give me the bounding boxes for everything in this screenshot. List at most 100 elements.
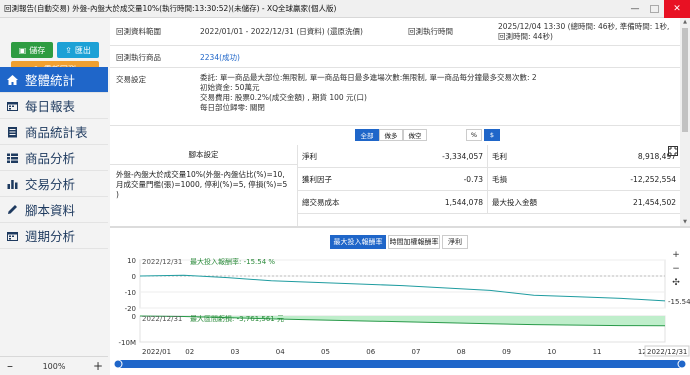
range-row: 回測資料範圍 2022/01/01 - 2022/12/31 (日資料) (還原… <box>110 18 680 46</box>
sidebar-item-label: 每日報表 <box>25 99 76 114</box>
sidebar-item-label: 週期分析 <box>25 229 76 244</box>
product-value[interactable]: 2234(成功) <box>200 52 240 63</box>
x-tick-label: 06 <box>366 348 375 356</box>
filter-short[interactable]: 做空 <box>403 129 427 141</box>
maximize-button[interactable] <box>650 4 659 13</box>
tab-time-weighted-return[interactable]: 時間加權報酬率 <box>388 235 440 249</box>
settings-line: 每日部位歸零: 關閉 <box>200 103 265 112</box>
document-icon <box>8 126 17 137</box>
chart-date-label: 2022/12/31 <box>142 315 182 323</box>
x-tick-label: 05 <box>321 348 330 356</box>
stat-value: -0.73 <box>398 167 488 191</box>
zoom-out-button[interactable]: – <box>0 359 20 373</box>
sidebar-item-label: 整體統計 <box>25 73 76 88</box>
vertical-scrollbar[interactable]: ▲ ▼ <box>680 18 690 226</box>
settings-label: 交易設定 <box>116 75 146 84</box>
bar-chart-icon <box>7 179 18 189</box>
calendar-icon <box>7 231 18 241</box>
sidebar-item-period[interactable]: 週期分析 <box>0 223 108 249</box>
tab-net-profit[interactable]: 淨利 <box>442 235 468 249</box>
date-marker: 2022/12/31 <box>647 348 687 356</box>
chart-svg: 10 0 -10 -20 2022/12/31 最大投入報酬率: -15.54 % -15.… <box>113 257 690 369</box>
scroll-thumb[interactable] <box>682 28 688 132</box>
sidebar-item-product-stats[interactable]: 商品統計表 <box>0 119 108 145</box>
exec-time-value: 2025/12/04 13:30 (總時間: 46秒, 準備時間: 1秒, 回測… <box>498 22 670 41</box>
save-button[interactable]: ▣ 儲存 <box>11 42 53 58</box>
stat-label: 獲利因子 <box>302 174 332 184</box>
y-tick-label: -10 <box>125 289 136 297</box>
sidebar-item-daily[interactable]: 每日報表 <box>0 93 108 119</box>
stat-value: 8,918,497 <box>637 151 676 161</box>
range-slider <box>116 360 684 368</box>
plot-area <box>139 259 666 309</box>
x-tick-label: 02 <box>185 348 194 356</box>
sidebar-item-label: 腳本資料 <box>25 203 76 218</box>
stat-value: -3,334,057 <box>398 144 488 168</box>
stat-label: 毛損 <box>492 174 507 184</box>
x-tick-label: 10 <box>547 348 556 356</box>
sidebar-item-product-analysis[interactable]: 商品分析 <box>0 145 108 171</box>
chart-title: 最大區間虧損: -3,761,561 元 <box>190 314 284 323</box>
filter-dollar[interactable]: $ <box>484 129 500 141</box>
minimize-button[interactable]: — <box>625 0 645 18</box>
x-tick-label: 03 <box>231 348 240 356</box>
sidebar-item-label: 交易分析 <box>25 177 76 192</box>
stat-value: 21,454,502 <box>633 197 676 207</box>
y-tick-label: -10M <box>119 339 136 347</box>
expand-icon[interactable] <box>668 146 678 156</box>
x-tick-label: 08 <box>457 348 466 356</box>
scroll-down-arrow[interactable]: ▼ <box>681 219 689 225</box>
chart-title: 最大投入報酬率: -15.54 % <box>190 257 275 266</box>
stat-label: 毛利 <box>492 151 507 161</box>
calendar-icon <box>7 101 18 111</box>
x-tick-label: 09 <box>502 348 511 356</box>
pencil-icon <box>8 204 17 214</box>
filter-all[interactable]: 全部 <box>355 129 379 141</box>
sidebar-item-label: 商品分析 <box>25 151 76 166</box>
range-slider-left-handle <box>113 359 123 369</box>
y-tick-label: 10 <box>127 257 136 265</box>
sidebar-nav: 整體統計 每日報表 商品統計表 商品分析 交易分析 腳本資料 週期分析 <box>0 67 108 249</box>
x-tick-label: 2022/01 <box>142 348 171 356</box>
settings-line: 交易費用: 股票0.2%(成交金額) , 期貨 100 元(口) <box>200 93 367 102</box>
export-button[interactable]: ⇪ 匯出 <box>57 42 99 58</box>
stats-table: 淨利 -3,334,057 毛利 8,918,497 獲利因子 -0.73 毛損… <box>298 144 680 214</box>
y-tick-label: 0 <box>132 313 136 321</box>
script-panel: 腳本設定 外盤-內盤大於成交量10%(外盤-內盤佔比(%)=10, 月成交量門檻… <box>110 145 298 226</box>
floppy-icon: ▣ <box>18 45 27 55</box>
zoom-in-button[interactable]: + <box>88 359 108 373</box>
script-header: 腳本設定 <box>110 145 297 165</box>
x-tick-label: 11 <box>593 348 602 356</box>
tab-max-invest-return[interactable]: 最大投入報酬率 <box>330 235 386 249</box>
table-row: 淨利 -3,334,057 毛利 8,918,497 <box>298 144 680 168</box>
list-icon <box>7 153 18 163</box>
sidebar-item-label: 商品統計表 <box>25 125 88 140</box>
home-icon <box>7 74 18 85</box>
script-text: 外盤-內盤大於成交量10%(外盤-內盤佔比(%)=10, 月成交量門檻(張)=1… <box>116 170 288 199</box>
filter-percent[interactable]: % <box>466 129 482 141</box>
stat-label: 最大投入金額 <box>492 197 537 207</box>
scroll-up-arrow[interactable]: ▲ <box>681 19 689 25</box>
sidebar-item-script[interactable]: 腳本資料 <box>0 197 108 223</box>
zoom-level: 100% <box>42 361 66 371</box>
range-value: 2022/01/01 - 2022/12/31 (日資料) (還原洗價) <box>200 27 363 36</box>
y-tick-label: -20 <box>125 305 136 313</box>
upload-icon: ⇪ <box>65 45 72 55</box>
x-tick-label: 07 <box>412 348 421 356</box>
stat-label: 總交易成本 <box>302 197 340 207</box>
range-slider-right-handle <box>677 359 687 369</box>
save-label: 儲存 <box>29 45 46 55</box>
chart-date-label: 2022/12/31 <box>142 258 182 266</box>
export-label: 匯出 <box>74 45 91 55</box>
settings-line: 初始資金: 50萬元 <box>200 83 260 92</box>
end-value-label: -15.54 <box>668 298 690 306</box>
filter-long[interactable]: 做多 <box>379 129 403 141</box>
zoom-bar: – 100% + <box>0 356 108 375</box>
sidebar-item-overall[interactable]: 整體統計 <box>0 67 108 93</box>
report-panel: 回測資料範圍 2022/01/01 - 2022/12/31 (日資料) (還原… <box>110 18 680 226</box>
close-button[interactable]: ✕ <box>664 0 690 18</box>
product-row: 回測執行商品 2234(成功) <box>110 46 680 68</box>
window-title: 回測報告(自動交易) 外盤-內盤大於成交量10%(執行時間:13:30:52)(… <box>4 4 337 13</box>
sidebar-item-trade-analysis[interactable]: 交易分析 <box>0 171 108 197</box>
range-label: 回測資料範圍 <box>116 27 161 36</box>
